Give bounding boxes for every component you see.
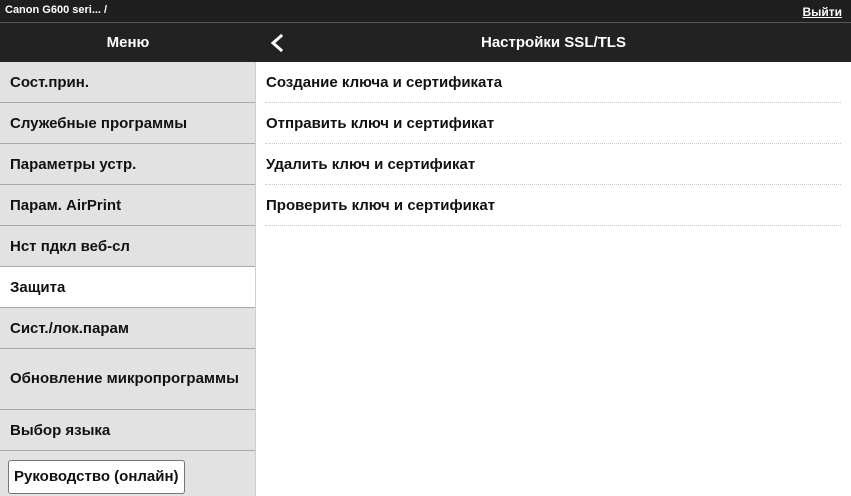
list-item-generate-key-certificate[interactable]: Создание ключа и сертификата: [265, 62, 841, 103]
page-title: Настройки SSL/TLS: [481, 34, 626, 51]
sidebar-menu: Сост.прин. Служебные программы Параметры…: [0, 62, 256, 496]
online-manual-button[interactable]: Руководство (онлайн): [8, 460, 185, 494]
list-item-check-key-certificate[interactable]: Проверить ключ и сертификат: [265, 185, 841, 226]
chevron-left-icon: [270, 33, 284, 53]
sidebar-item-printer-status[interactable]: Сост.прин.: [0, 62, 255, 103]
manual-container: Руководство (онлайн): [0, 451, 255, 496]
sidebar-item-airprint-settings[interactable]: Парам. AirPrint: [0, 185, 255, 226]
menu-title: Меню: [106, 34, 150, 51]
header-bar: Меню Настройки SSL/TLS: [0, 22, 851, 62]
sidebar-item-device-settings[interactable]: Параметры устр.: [0, 144, 255, 185]
sidebar-item-system-settings[interactable]: Сист./лок.парам: [0, 308, 255, 349]
top-bar: Canon G600 seri... / Выйти: [0, 0, 851, 22]
back-button[interactable]: [262, 28, 294, 58]
device-name: Canon G600 seri... /: [5, 4, 108, 16]
sidebar-item-web-service-setup[interactable]: Нст пдкл веб-сл: [0, 226, 255, 267]
logout-link[interactable]: Выйти: [802, 5, 842, 19]
sidebar-item-language[interactable]: Выбор языка: [0, 410, 255, 451]
sidebar-item-security[interactable]: Защита: [0, 267, 255, 308]
sidebar-item-utilities[interactable]: Служебные программы: [0, 103, 255, 144]
main-content: Создание ключа и сертификата Отправить к…: [256, 62, 851, 496]
ssl-tls-options-list: Создание ключа и сертификата Отправить к…: [265, 62, 841, 226]
sidebar-item-firmware-update[interactable]: Обновление микропрограммы: [0, 349, 255, 410]
list-item-delete-key-certificate[interactable]: Удалить ключ и сертификат: [265, 144, 841, 185]
list-item-send-key-certificate[interactable]: Отправить ключ и сертификат: [265, 103, 841, 144]
